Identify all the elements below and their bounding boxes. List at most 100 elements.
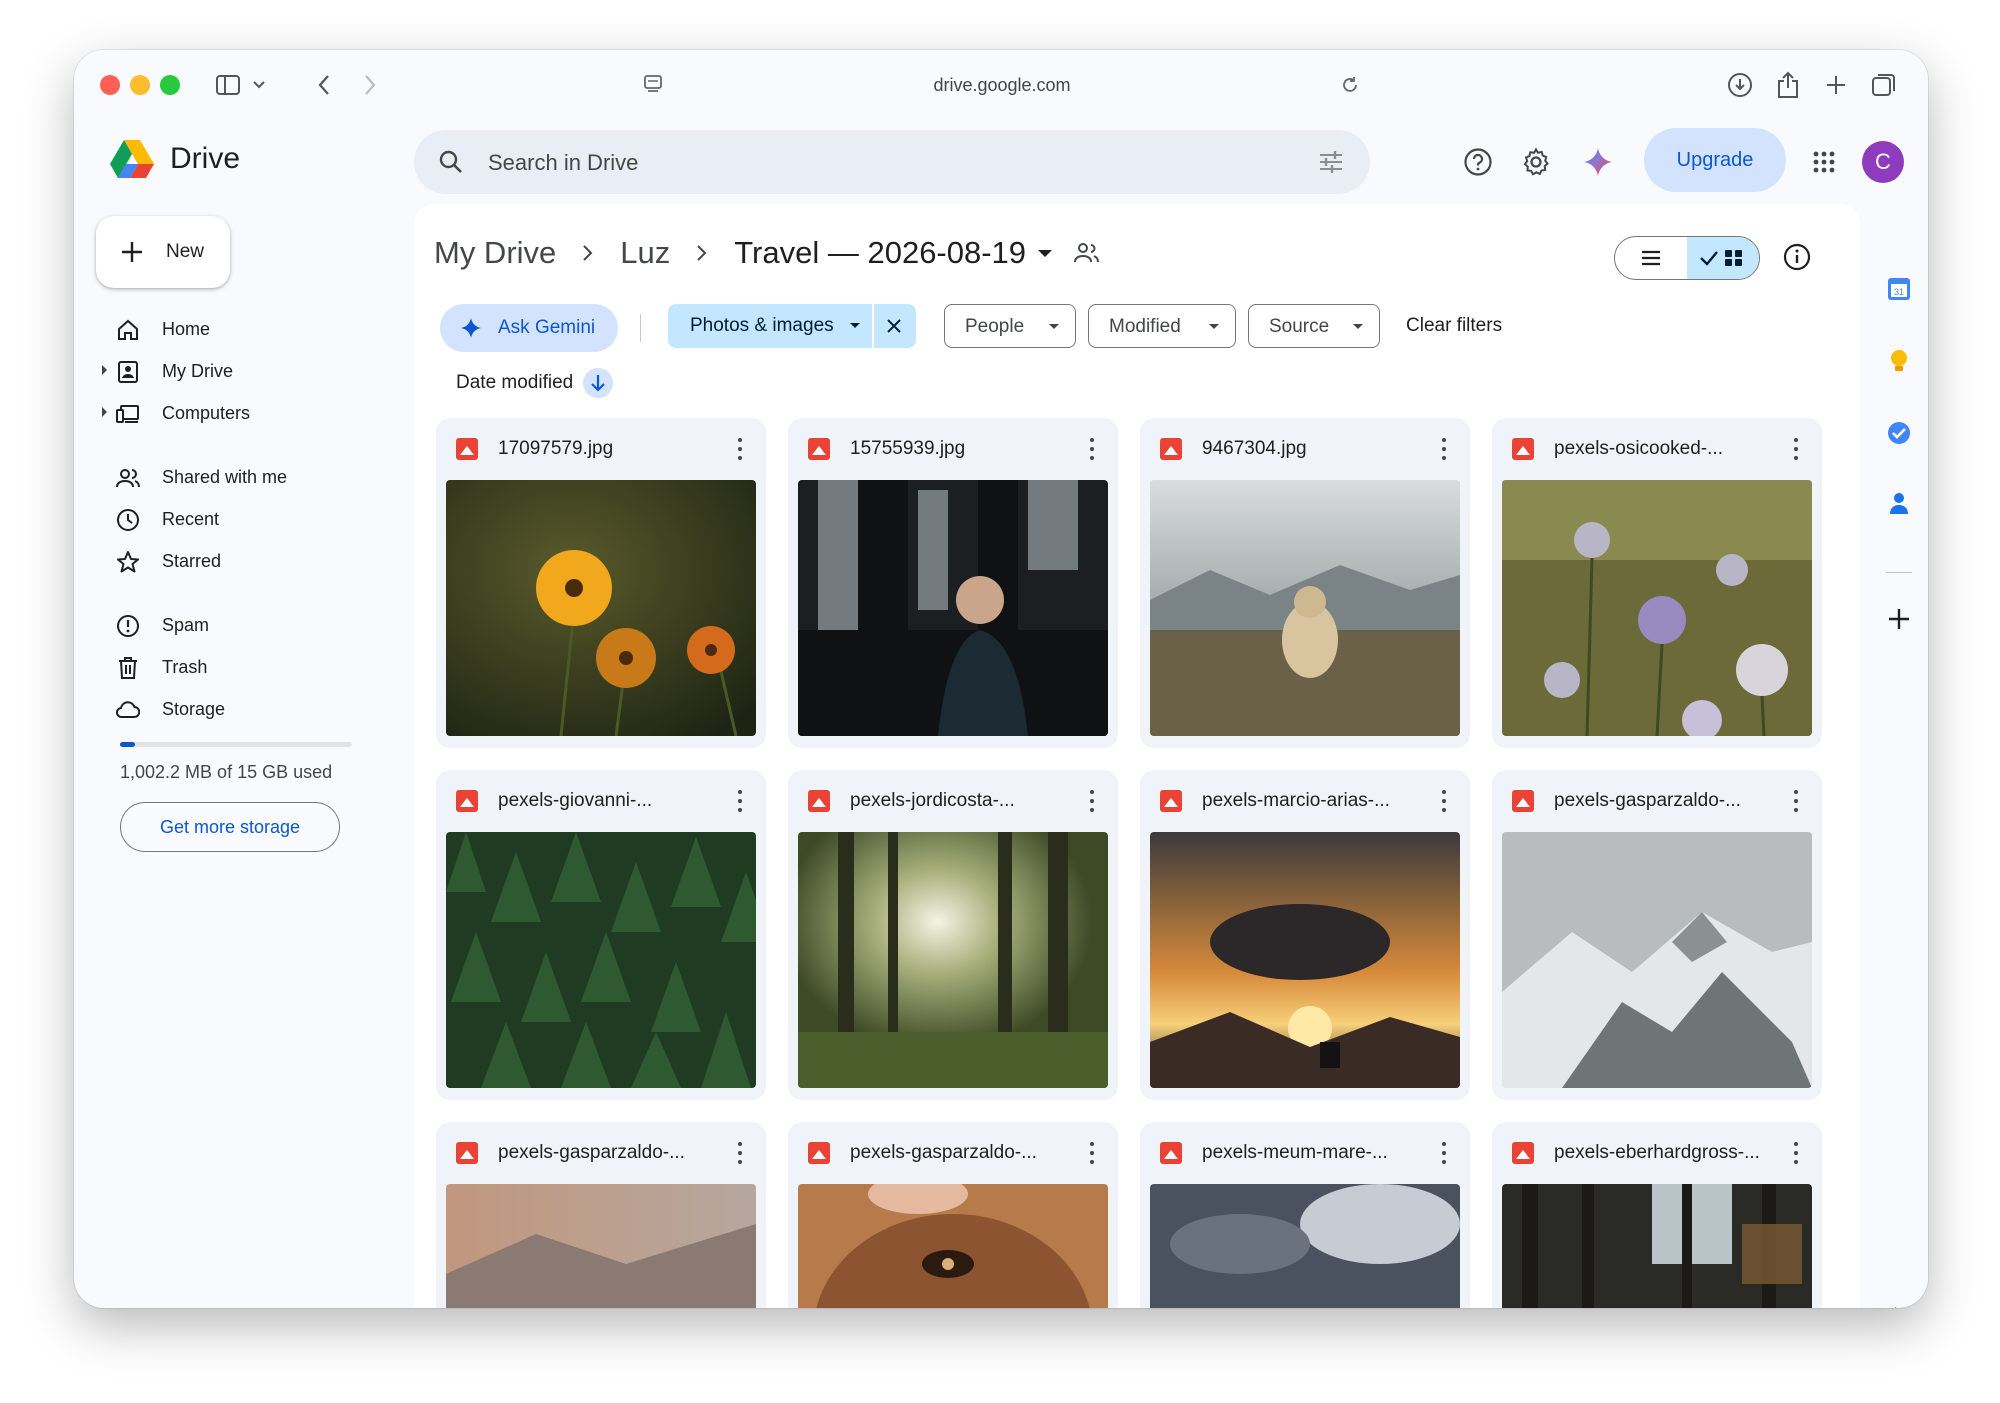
file-card[interactable]: 17097579.jpg — [436, 418, 766, 748]
expand-panel-chevron-icon[interactable] — [1884, 1300, 1914, 1308]
expand-caret-icon[interactable] — [102, 365, 107, 375]
apps-button[interactable] — [1802, 140, 1846, 184]
file-thumbnail[interactable] — [1502, 832, 1812, 1088]
zoom-window-button[interactable] — [160, 75, 180, 95]
file-card[interactable]: 9467304.jpg — [1140, 418, 1470, 748]
modified-filter-chip[interactable]: Modified — [1088, 304, 1236, 348]
downloads-button[interactable] — [1720, 66, 1760, 104]
clear-filters-button[interactable]: Clear filters — [1406, 315, 1502, 337]
file-card[interactable]: 15755939.jpg — [788, 418, 1118, 748]
more-actions-icon[interactable] — [1082, 788, 1102, 814]
file-card[interactable]: pexels-giovanni-... — [436, 770, 766, 1100]
keep-icon[interactable] — [1884, 346, 1914, 376]
calendar-icon[interactable]: 31 — [1884, 274, 1914, 304]
tasks-icon[interactable] — [1884, 418, 1914, 448]
list-view-button[interactable] — [1615, 237, 1687, 279]
more-actions-icon[interactable] — [1786, 1140, 1806, 1166]
breadcrumb-item-luz[interactable]: Luz — [620, 235, 670, 271]
file-card[interactable]: pexels-jordicosta-... — [788, 770, 1118, 1100]
more-actions-icon[interactable] — [1434, 436, 1454, 462]
tab-overview-button[interactable] — [1864, 66, 1904, 104]
source-filter-chip[interactable]: Source — [1248, 304, 1380, 348]
sort-direction-button[interactable] — [583, 368, 614, 398]
more-actions-icon[interactable] — [1082, 436, 1102, 462]
info-icon[interactable] — [1782, 242, 1812, 272]
search-options-icon[interactable] — [1318, 149, 1344, 175]
search-icon[interactable] — [438, 149, 464, 175]
file-thumbnail[interactable] — [1150, 832, 1460, 1088]
grid-view-button[interactable] — [1687, 237, 1759, 279]
sidebar-item-computers[interactable]: Computers — [98, 394, 348, 432]
more-actions-icon[interactable] — [730, 788, 750, 814]
more-actions-icon[interactable] — [730, 1140, 750, 1166]
minimize-window-button[interactable] — [130, 75, 150, 95]
reload-icon[interactable] — [1340, 75, 1360, 95]
sidebar-item-spam[interactable]: Spam — [98, 606, 348, 644]
gemini-button[interactable] — [1576, 140, 1620, 184]
address-bar[interactable]: drive.google.com — [622, 64, 1382, 106]
sort-control[interactable]: Date modified — [456, 368, 614, 398]
back-button[interactable] — [304, 66, 344, 104]
share-button[interactable] — [1768, 66, 1808, 104]
search-input[interactable]: Search in Drive — [488, 150, 638, 176]
contacts-icon[interactable] — [1884, 488, 1914, 518]
sidebar-item-shared[interactable]: Shared with me — [98, 458, 348, 496]
file-thumbnail[interactable] — [798, 832, 1108, 1088]
settings-button[interactable] — [1514, 140, 1558, 184]
folder-menu-caret-icon[interactable] — [1038, 249, 1053, 257]
file-thumbnail[interactable] — [798, 480, 1108, 736]
sort-label: Date modified — [456, 372, 574, 393]
file-thumbnail[interactable] — [798, 1184, 1108, 1308]
file-thumbnail[interactable] — [1502, 1184, 1812, 1308]
get-more-storage-button[interactable]: Get more storage — [120, 802, 340, 852]
type-filter-chip[interactable]: Photos & images — [668, 304, 916, 348]
new-button[interactable]: New — [96, 216, 230, 288]
file-thumbnail[interactable] — [446, 1184, 756, 1308]
sidebar-item-starred[interactable]: Starred — [98, 542, 348, 580]
image-file-icon — [808, 438, 830, 460]
more-actions-icon[interactable] — [1434, 788, 1454, 814]
clear-type-filter-icon[interactable] — [884, 316, 904, 336]
file-card[interactable]: pexels-meum-mare-... — [1140, 1122, 1470, 1308]
search-bar[interactable]: Search in Drive — [414, 130, 1370, 194]
sidebar-item-my-drive[interactable]: My Drive — [98, 352, 348, 390]
plus-icon — [1827, 76, 1845, 94]
sidebar-item-label: Storage — [162, 699, 226, 719]
close-window-button[interactable] — [100, 75, 120, 95]
shared-folder-icon[interactable] — [1074, 242, 1100, 264]
file-thumbnail[interactable] — [446, 832, 756, 1088]
file-card[interactable]: pexels-osicooked-... — [1492, 418, 1822, 748]
file-card[interactable]: pexels-eberhardgross-... — [1492, 1122, 1822, 1308]
breadcrumb-item-current-folder[interactable]: Travel — 2026-08-19 — [734, 235, 1026, 271]
sidebar-item-storage[interactable]: Storage — [98, 690, 348, 728]
more-actions-icon[interactable] — [1434, 1140, 1454, 1166]
file-card[interactable]: pexels-gasparzaldo-... — [1492, 770, 1822, 1100]
more-actions-icon[interactable] — [730, 436, 750, 462]
sidebar-toggle-button[interactable] — [208, 66, 278, 104]
file-thumbnail[interactable] — [1150, 480, 1460, 736]
more-actions-icon[interactable] — [1786, 436, 1806, 462]
more-actions-icon[interactable] — [1082, 1140, 1102, 1166]
sidebar-item-home[interactable]: Home — [98, 310, 348, 348]
gemini-sparkle-icon — [1584, 148, 1612, 176]
more-actions-icon[interactable] — [1786, 788, 1806, 814]
file-card[interactable]: pexels-gasparzaldo-... — [788, 1122, 1118, 1308]
people-filter-chip[interactable]: People — [944, 304, 1076, 348]
file-card[interactable]: pexels-gasparzaldo-... — [436, 1122, 766, 1308]
sidebar-item-recent[interactable]: Recent — [98, 500, 348, 538]
breadcrumb-item-my-drive[interactable]: My Drive — [434, 235, 556, 271]
file-thumbnail[interactable] — [1502, 480, 1812, 736]
tabs-icon — [1872, 74, 1895, 96]
upgrade-button[interactable]: Upgrade — [1644, 128, 1786, 192]
account-avatar[interactable]: C — [1862, 141, 1904, 183]
expand-caret-icon[interactable] — [102, 407, 107, 417]
new-tab-button[interactable] — [1816, 66, 1856, 104]
file-card[interactable]: pexels-marcio-arias-... — [1140, 770, 1470, 1100]
ask-gemini-button[interactable]: Ask Gemini — [440, 304, 618, 352]
add-addon-icon[interactable] — [1884, 604, 1914, 634]
sidebar-item-trash[interactable]: Trash — [98, 648, 348, 686]
forward-button[interactable] — [350, 66, 390, 104]
help-button[interactable] — [1456, 140, 1500, 184]
file-thumbnail[interactable] — [446, 480, 756, 736]
file-thumbnail[interactable] — [1150, 1184, 1460, 1308]
